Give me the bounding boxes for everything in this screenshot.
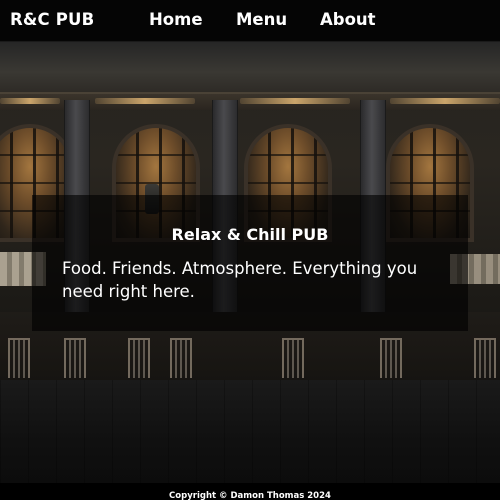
light-strip	[390, 98, 500, 104]
paved-street	[0, 380, 500, 483]
navbar: R&C PUB Home Menu About	[0, 0, 500, 42]
hero-tagline: Food. Friends. Atmosphere. Everything yo…	[62, 259, 418, 301]
light-strip	[240, 98, 350, 104]
light-strip	[0, 98, 60, 104]
cafe-chair	[474, 338, 496, 378]
cafe-chair	[170, 338, 192, 378]
nav-links: Home Menu About	[0, 10, 500, 34]
cafe-chair	[380, 338, 402, 378]
hero-title: Relax & Chill PUB	[171, 225, 329, 244]
cafe-chair	[64, 338, 86, 378]
footer-copyright: Copyright © Damon Thomas 2024	[169, 491, 331, 500]
light-strip	[95, 98, 195, 104]
cafe-chair	[128, 338, 150, 378]
nav-link-about[interactable]: About	[320, 10, 376, 29]
nav-link-home[interactable]: Home	[149, 10, 203, 29]
hero-overlay-card: Relax & Chill PUB Food. Friends. Atmosph…	[32, 195, 468, 331]
building-upper-facade	[0, 42, 500, 94]
footer: Copyright © Damon Thomas 2024	[0, 483, 500, 500]
cafe-chair	[282, 338, 304, 378]
cafe-chair	[8, 338, 30, 378]
nav-link-menu[interactable]: Menu	[236, 10, 287, 29]
